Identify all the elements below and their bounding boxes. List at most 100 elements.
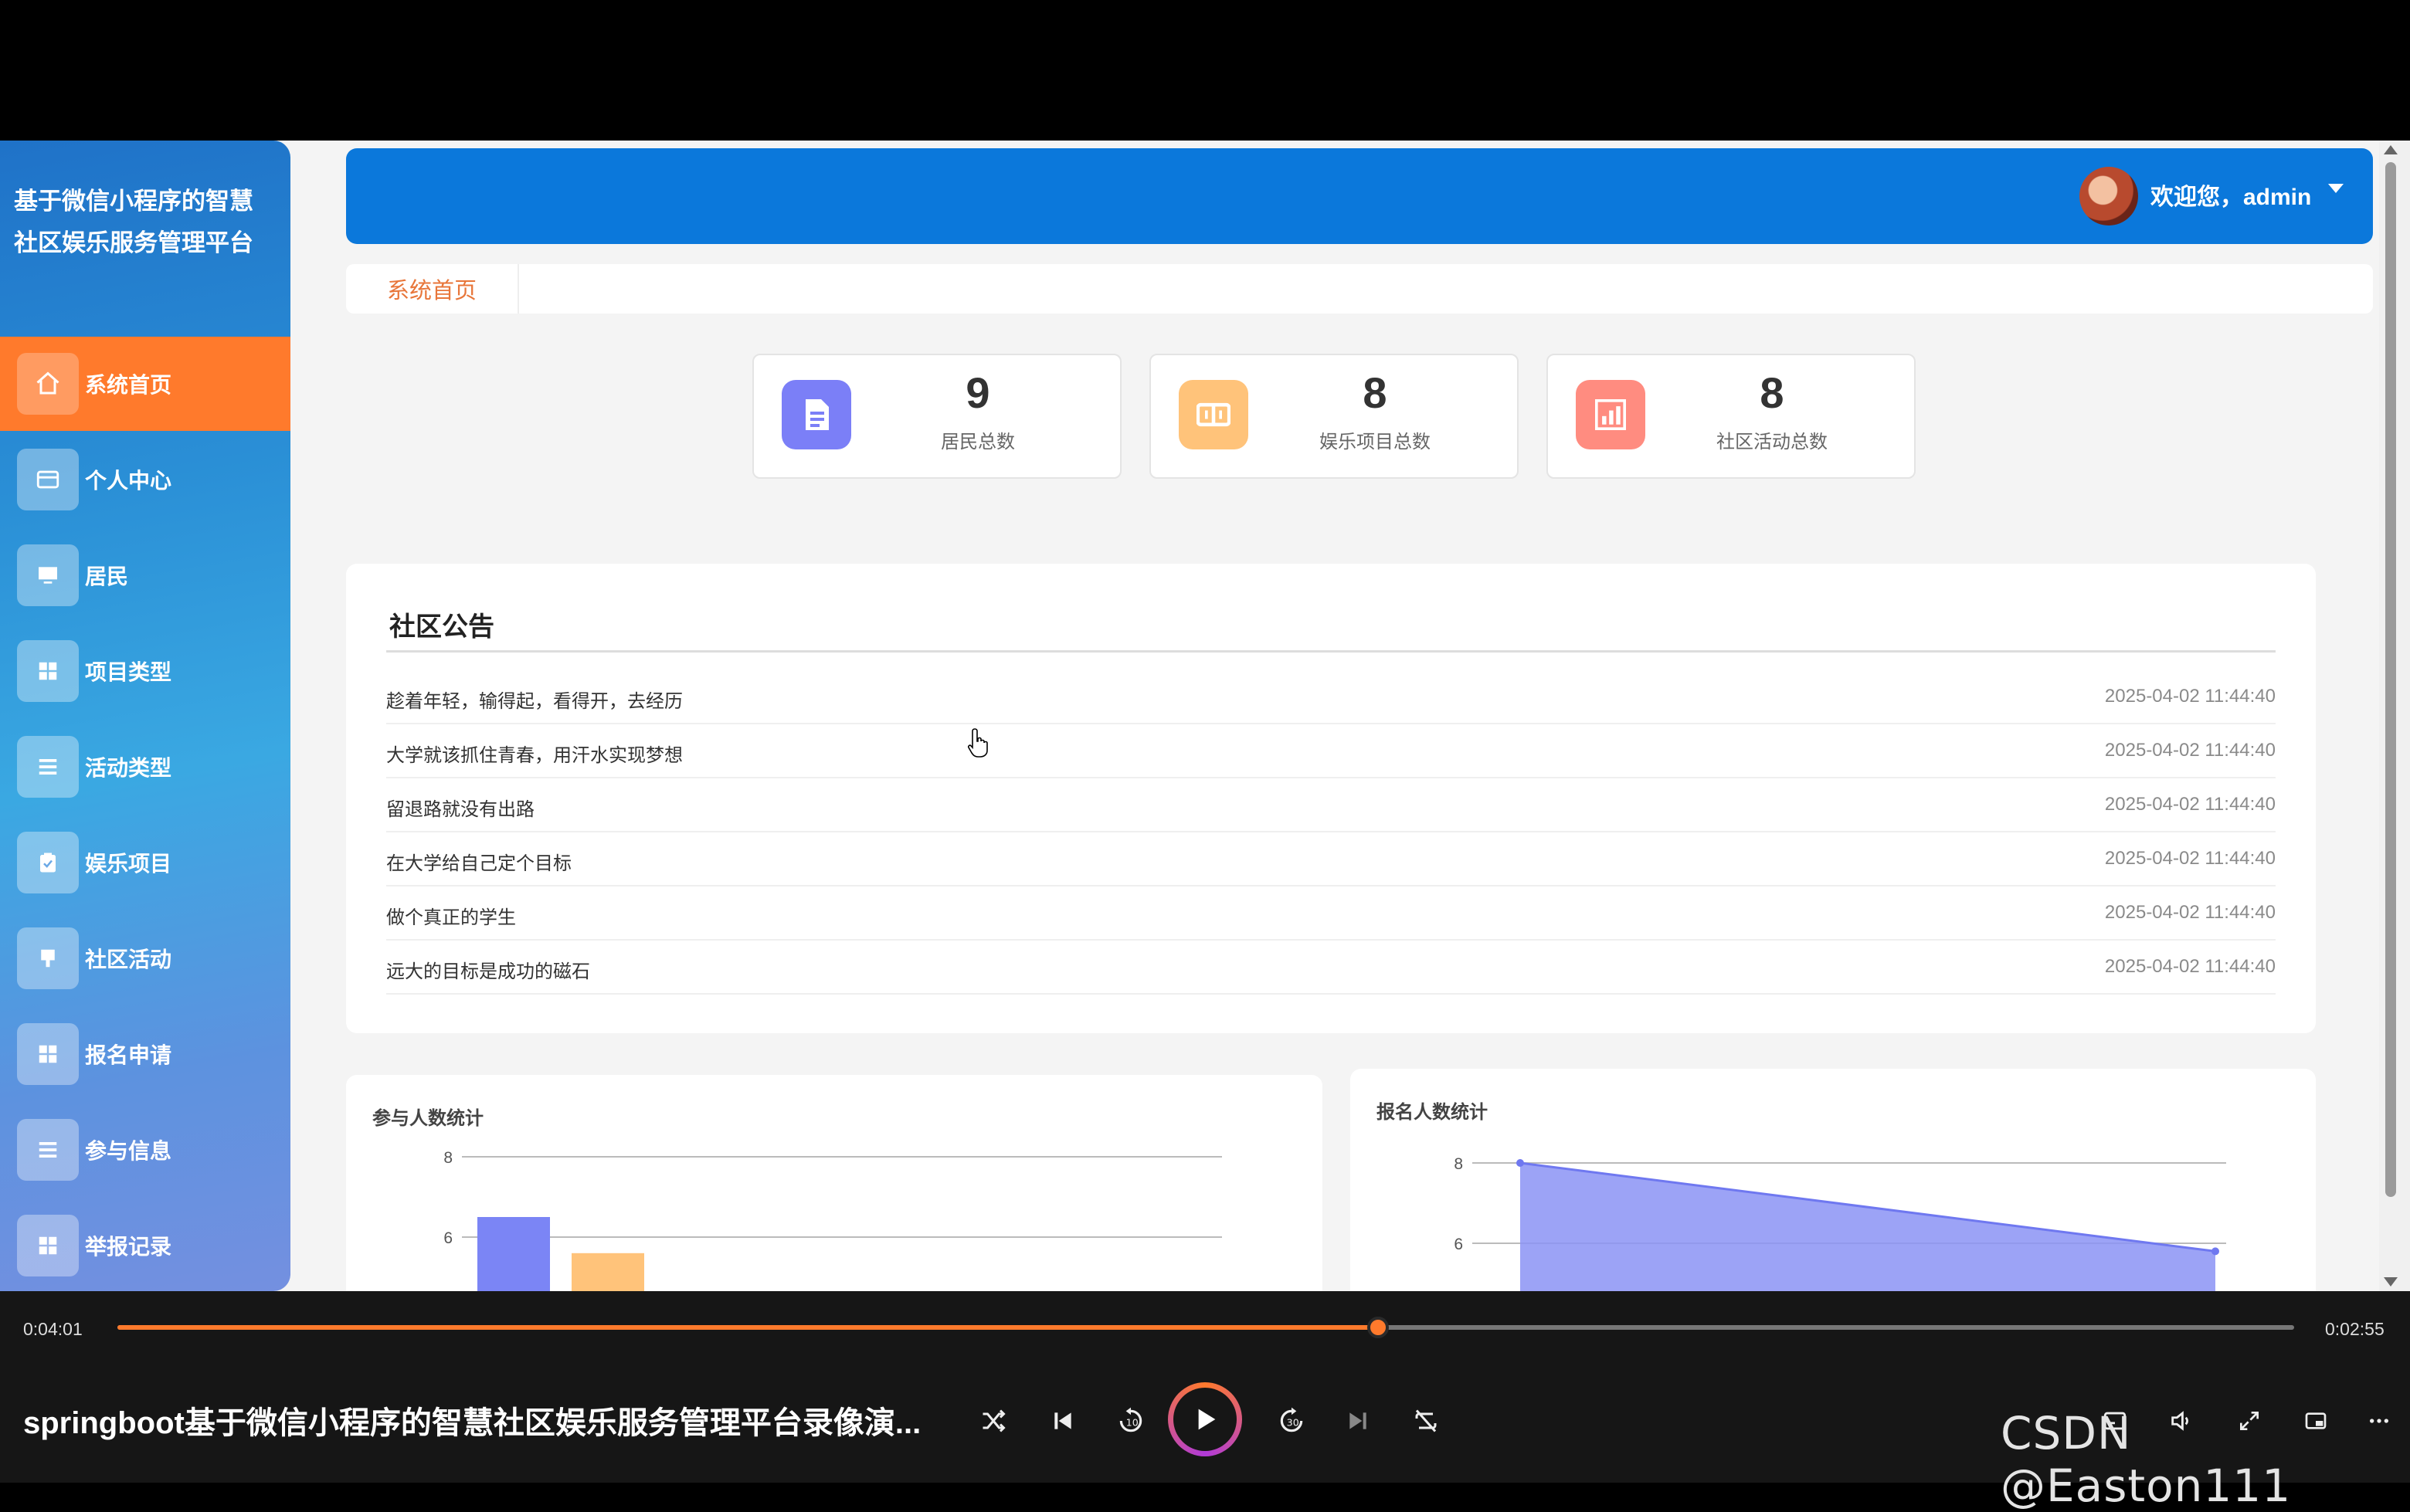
play-button[interactable] bbox=[1168, 1382, 1242, 1456]
seek-bar[interactable] bbox=[117, 1317, 2294, 1338]
stat-card-entertainment-projects: 8 娱乐项目总数 bbox=[1149, 354, 1519, 479]
grid-icon bbox=[17, 640, 79, 702]
notice-date: 2025-04-02 11:44:40 bbox=[2104, 848, 2276, 869]
community-notice-panel: 社区公告 趁着年轻，输得起，看得开，去经历 2025-04-02 11:44:4… bbox=[346, 564, 2316, 1033]
rewind-10-icon[interactable]: 10 bbox=[1109, 1399, 1152, 1443]
tab-bar: 系统首页 bbox=[346, 264, 2373, 314]
sidebar-item-label: 娱乐项目 bbox=[85, 852, 172, 876]
stat-label: 娱乐项目总数 bbox=[1319, 432, 1431, 453]
total-time: 0:02:55 bbox=[2325, 1319, 2385, 1339]
top-header: 欢迎您，admin bbox=[346, 148, 2373, 244]
book-icon bbox=[1179, 380, 1248, 449]
sidebar-item-residents[interactable]: 居民 bbox=[0, 528, 290, 622]
participants-chart-panel: 参与人数统计 86 bbox=[346, 1075, 1322, 1291]
notice-date: 2025-04-02 11:44:40 bbox=[2104, 740, 2276, 761]
sidebar-item-project-types[interactable]: 项目类型 bbox=[0, 624, 290, 718]
shuffle-icon[interactable] bbox=[972, 1399, 1015, 1443]
grid-icon bbox=[17, 1023, 79, 1085]
notice-date: 2025-04-02 11:44:40 bbox=[2104, 686, 2276, 707]
registrations-chart-panel: 报名人数统计 86 bbox=[1350, 1069, 2316, 1291]
sidebar-item-activity-types[interactable]: 活动类型 bbox=[0, 720, 290, 814]
notice-text: 远大的目标是成功的磁石 bbox=[386, 961, 590, 982]
stat-card-residents: 9 居民总数 bbox=[752, 354, 1122, 479]
y-tick-label: 8 bbox=[1454, 1155, 1463, 1173]
sidebar-item-participation[interactable]: 参与信息 bbox=[0, 1103, 290, 1197]
sidebar-item-registration[interactable]: 报名申请 bbox=[0, 1007, 290, 1101]
monitor-icon bbox=[17, 544, 79, 606]
notice-date: 2025-04-02 11:44:40 bbox=[2104, 794, 2276, 815]
user-welcome-menu[interactable]: 欢迎您，admin bbox=[2150, 178, 2311, 212]
notice-row[interactable]: 留退路就没有出路 2025-04-02 11:44:40 bbox=[386, 778, 2276, 832]
seek-bar-handle[interactable] bbox=[1366, 1317, 1389, 1338]
current-time: 0:04:01 bbox=[23, 1319, 83, 1339]
app-brand-title: 基于微信小程序的智慧社区娱乐服务管理平台 bbox=[14, 188, 253, 256]
next-icon[interactable] bbox=[1336, 1399, 1380, 1443]
tab-home[interactable]: 系统首页 bbox=[346, 264, 519, 314]
sidebar-item-label: 举报记录 bbox=[85, 1235, 172, 1259]
sidebar-item-label: 系统首页 bbox=[85, 373, 172, 397]
notice-text: 留退路就没有出路 bbox=[386, 799, 535, 820]
list-icon bbox=[17, 736, 79, 798]
sidebar-item-label: 社区活动 bbox=[85, 948, 172, 971]
chevron-down-icon[interactable] bbox=[2328, 184, 2344, 193]
y-tick-label: 6 bbox=[443, 1229, 453, 1247]
chart-point bbox=[2211, 1247, 2219, 1256]
hand-pointer-icon bbox=[967, 727, 990, 762]
notice-date: 2025-04-02 11:44:40 bbox=[2104, 902, 2276, 923]
stat-value: 9 bbox=[966, 368, 990, 417]
stat-label: 居民总数 bbox=[941, 432, 1015, 453]
sidebar-item-label: 参与信息 bbox=[85, 1139, 172, 1163]
video-title: springboot基于微信小程序的智慧社区娱乐服务管理平台录像演... bbox=[23, 1406, 922, 1440]
sidebar-item-label: 项目类型 bbox=[85, 660, 172, 684]
notice-row[interactable]: 大学就该抓住青春，用汗水实现梦想 2025-04-02 11:44:40 bbox=[386, 724, 2276, 778]
notice-text: 做个真正的学生 bbox=[386, 907, 516, 928]
chart-area bbox=[1520, 1163, 2215, 1291]
notice-date: 2025-04-02 11:44:40 bbox=[2104, 956, 2276, 977]
divider bbox=[386, 650, 2276, 653]
sidebar-item-personal-center[interactable]: 个人中心 bbox=[0, 432, 290, 527]
avatar[interactable] bbox=[2079, 167, 2138, 225]
notice-text: 大学就该抓住青春，用汗水实现梦想 bbox=[386, 745, 683, 766]
stat-card-community-activities: 8 社区活动总数 bbox=[1546, 354, 1916, 479]
sidebar-item-label: 个人中心 bbox=[85, 469, 172, 493]
sidebar: 基于微信小程序的智慧社区娱乐服务管理平台 系统首页 个人中心 居民 项目类型 活… bbox=[0, 141, 290, 1291]
seek-bar-progress bbox=[117, 1325, 1378, 1330]
chart-icon bbox=[1576, 380, 1645, 449]
y-tick-label: 6 bbox=[1454, 1236, 1463, 1253]
forward-30-icon[interactable]: 30 bbox=[1270, 1399, 1313, 1443]
document-icon bbox=[782, 380, 851, 449]
chart-bar bbox=[572, 1253, 644, 1291]
scroll-up-icon[interactable] bbox=[2384, 145, 2398, 154]
scrollbar-thumb[interactable] bbox=[2385, 162, 2396, 1197]
scroll-down-icon[interactable] bbox=[2384, 1277, 2398, 1287]
watermark: CSDN @Easton111 bbox=[2001, 1407, 2292, 1512]
sidebar-item-label: 活动类型 bbox=[85, 756, 172, 780]
sidebar-item-label: 居民 bbox=[85, 564, 129, 588]
player-controls: 0:04:01 0:02:55 springboot基于微信小程序的智慧社区娱乐… bbox=[0, 1291, 2410, 1512]
stat-label: 社区活动总数 bbox=[1716, 432, 1828, 453]
svg-text:30: 30 bbox=[1287, 1416, 1299, 1428]
sidebar-item-entertainment-projects[interactable]: 娱乐项目 bbox=[0, 815, 290, 910]
repeat-off-icon[interactable] bbox=[1404, 1399, 1448, 1443]
y-tick-label: 8 bbox=[443, 1149, 453, 1167]
notice-row[interactable]: 做个真正的学生 2025-04-02 11:44:40 bbox=[386, 887, 2276, 941]
home-icon bbox=[17, 353, 79, 415]
notice-row[interactable]: 趁着年轻，输得起，看得开，去经历 2025-04-02 11:44:40 bbox=[386, 670, 2276, 724]
stat-value: 8 bbox=[1363, 368, 1387, 417]
embedded-web-app: 基于微信小程序的智慧社区娱乐服务管理平台 系统首页 个人中心 居民 项目类型 活… bbox=[0, 141, 2410, 1291]
card-icon bbox=[17, 449, 79, 510]
chart-point bbox=[1516, 1159, 1524, 1167]
page-scrollbar[interactable] bbox=[2379, 141, 2410, 1291]
notice-row[interactable]: 远大的目标是成功的磁石 2025-04-02 11:44:40 bbox=[386, 941, 2276, 995]
sidebar-item-home[interactable]: 系统首页 bbox=[0, 337, 290, 431]
notice-text: 趁着年轻，输得起，看得开，去经历 bbox=[386, 691, 683, 712]
sidebar-item-label: 报名申请 bbox=[85, 1043, 172, 1067]
sidebar-item-community-activities[interactable]: 社区活动 bbox=[0, 911, 290, 1005]
flag-icon bbox=[17, 927, 79, 989]
previous-icon[interactable] bbox=[1041, 1399, 1084, 1443]
notice-row[interactable]: 在大学给自己定个目标 2025-04-02 11:44:40 bbox=[386, 832, 2276, 887]
play-icon bbox=[1173, 1388, 1237, 1451]
video-player-window: 基于微信小程序的智慧社区娱乐服务管理平台 系统首页 个人中心 居民 项目类型 活… bbox=[0, 0, 2410, 1512]
sidebar-item-reports[interactable]: 举报记录 bbox=[0, 1198, 290, 1291]
stat-value: 8 bbox=[1760, 368, 1784, 417]
